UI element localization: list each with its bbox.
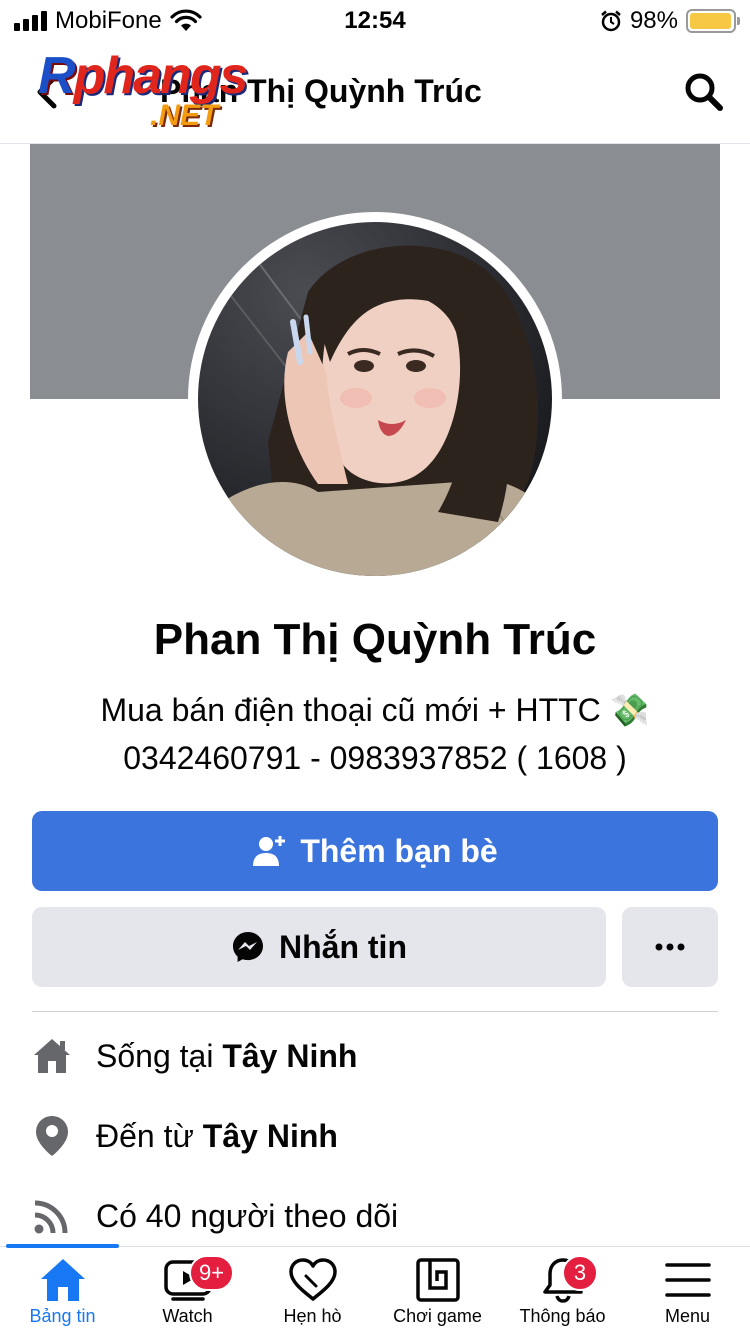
detail-followers: Có 40 người theo dõi [32,1186,718,1246]
tab-label: Hẹn hò [283,1306,342,1326]
home-icon [0,1255,125,1305]
active-tab-indicator [6,1244,119,1248]
tab-label: Chơi game [393,1306,482,1326]
more-icon [655,943,685,951]
add-friend-icon [253,836,286,866]
tab-watch[interactable]: Watch 9+ [125,1255,250,1334]
message-label: Nhắn tin [279,928,407,965]
add-friend-button[interactable]: Thêm bạn bè [32,811,718,891]
watermark-net: .NET [150,99,219,132]
tab-label: Watch [162,1306,213,1326]
profile-bio: Mua bán điện thoại cũ mới + HTTC 💸 03424… [40,686,710,782]
menu-icon [625,1255,750,1305]
battery-icon [686,9,740,33]
message-button[interactable]: Nhắn tin [32,907,606,987]
home-icon [32,1034,72,1078]
tab-label: Bảng tin [29,1306,96,1326]
battery-fill [690,13,732,29]
divider [32,1011,718,1012]
detail-from: Đến từ Tây Ninh [32,1106,718,1166]
messenger-icon [233,932,263,962]
location-pin-icon [32,1114,72,1158]
battery-percent: 98% [629,7,678,34]
gaming-icon [375,1255,500,1305]
tab-notifications[interactable]: Thông báo 3 [500,1255,625,1334]
tab-label: Menu [664,1306,711,1326]
notifications-badge: 3 [562,1255,598,1291]
tab-label: Thông báo [519,1306,606,1326]
avatar-image [198,222,552,576]
profile-header: Phan Thị Quỳnh Trúc Rphangs .NET [0,42,750,144]
detail-from-text: Đến từ Tây Ninh [96,1117,338,1154]
bio-line-2: 0342460791 - 0983937852 ( 1608 ) [123,740,627,776]
status-right: 98% [600,6,740,36]
more-options-button[interactable] [622,907,718,987]
search-icon[interactable] [682,70,726,114]
tab-menu[interactable]: Menu [625,1255,750,1334]
detail-followers-text: Có 40 người theo dõi [96,1197,399,1234]
detail-lives-in-text: Sống tại Tây Ninh [96,1037,358,1074]
watermark-logo: Rphangs .NET [38,47,249,132]
watermark-text: phangs [73,47,249,105]
tab-gaming[interactable]: Chơi game [375,1255,500,1334]
status-bar: MobiFone 12:54 98% [0,0,750,42]
tab-dating[interactable]: Hẹn hò [250,1255,375,1334]
bio-line-1: Mua bán điện thoại cũ mới + HTTC 💸 [100,692,650,728]
tab-news-feed[interactable]: Bảng tin [0,1255,125,1334]
bottom-tab-bar: Bảng tin Watch 9+ Hẹn hò Chơi game Thông… [0,1244,750,1334]
alarm-icon [601,10,621,32]
rss-icon [32,1194,72,1238]
detail-lives-in: Sống tại Tây Ninh [32,1026,718,1086]
heart-icon [250,1255,375,1305]
profile-name: Phan Thị Quỳnh Trúc [153,615,597,664]
add-friend-label: Thêm bạn bè [300,832,498,869]
profile-avatar[interactable] [188,212,562,586]
watch-badge: 9+ [189,1255,235,1291]
